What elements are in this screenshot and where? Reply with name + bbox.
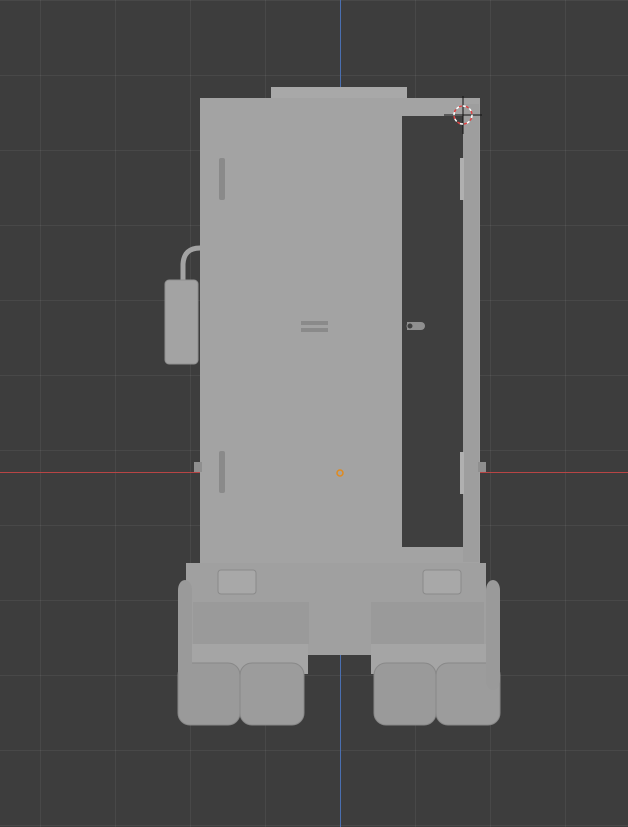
right-stub	[478, 462, 486, 472]
left-hinge-top	[219, 158, 225, 200]
center-handle-2	[301, 328, 328, 332]
truck-model[interactable]	[0, 0, 628, 827]
door-hinge-top	[460, 158, 464, 200]
bumper-right	[371, 602, 484, 644]
door-frame	[463, 104, 479, 562]
left-stub	[194, 462, 202, 472]
left-hinge-bottom	[219, 451, 225, 493]
door-latch	[406, 322, 414, 330]
door-hinge-bottom	[460, 452, 464, 494]
mirror-arm	[180, 245, 201, 282]
tire-left-2	[239, 662, 305, 726]
center-handle	[301, 321, 328, 325]
tire-right-outer	[486, 580, 500, 690]
tire-left-outer	[178, 580, 192, 680]
light-right	[422, 569, 462, 595]
light-left	[217, 569, 257, 595]
door-opening	[402, 116, 464, 547]
bumper-left	[193, 602, 309, 644]
tire-right-1	[373, 662, 437, 726]
side-mirror	[164, 279, 199, 365]
3d-viewport[interactable]	[0, 0, 628, 827]
